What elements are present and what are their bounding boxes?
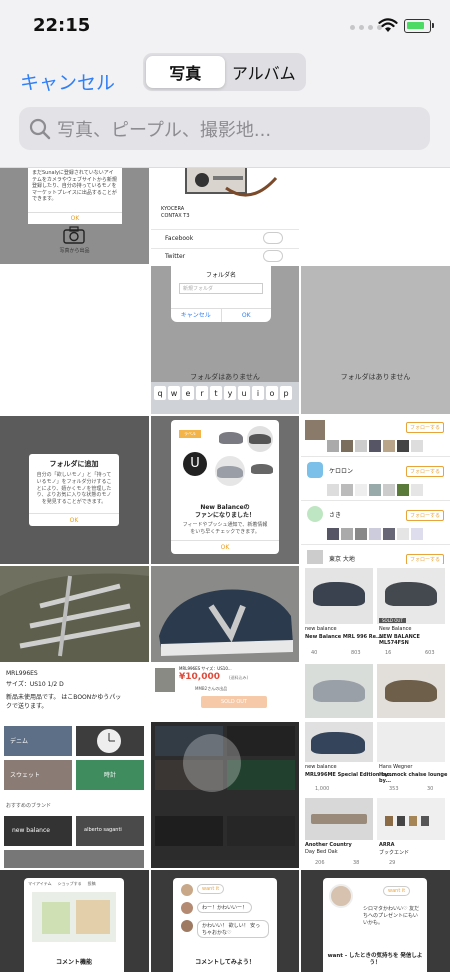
photo-thumbnail[interactable]: フォルダ名 新規フォルダ キャンセル OK フォルダはありません qwertyu… — [151, 266, 299, 414]
sneaker-image — [151, 566, 299, 662]
search-field[interactable]: 写真、ピープル、撮影地... — [19, 107, 430, 150]
keyboard-key[interactable]: r — [196, 386, 208, 400]
twitter-toggle[interactable] — [263, 250, 283, 262]
keyboard-key[interactable]: u — [238, 386, 250, 400]
facebook-toggle[interactable] — [263, 232, 283, 244]
photo-thumbnail[interactable]: want it シロマタかわいい♡ 友だちへのプレゼントにもいいかも。 want… — [301, 870, 450, 972]
keyboard: qwertyuiop — [151, 382, 299, 414]
search-icon — [29, 118, 51, 139]
photo-thumbnail[interactable]: フォルダに追加 自分の「欲しいモノ」と「持っているモノ」をフォルダ分けすることに… — [0, 416, 149, 564]
keyboard-key[interactable]: p — [280, 386, 292, 400]
keyboard-key[interactable]: t — [210, 386, 222, 400]
segment-albums[interactable]: アルバム — [225, 56, 304, 88]
photo-thumbnail[interactable]: まだSunalyに登録されていないアイテムをカメラやウェブサイトから新規登録した… — [0, 168, 149, 264]
photo-thumbnail[interactable] — [0, 266, 149, 414]
segment-photos[interactable]: 写真 — [146, 56, 225, 88]
clock-icon — [97, 729, 121, 753]
photo-grid: まだSunalyに登録されていないアイテムをカメラやウェブサイトから新規登録した… — [0, 168, 450, 972]
photo-thumbnail[interactable] — [301, 168, 450, 264]
search-placeholder: 写真、ピープル、撮影地... — [57, 119, 272, 141]
photo-thumbnail[interactable]: ラベル U New Balanceの ファンになりました！ フィードやプッシュ通… — [151, 416, 299, 564]
brand-logo: U — [183, 452, 207, 476]
status-time: 22:15 — [33, 15, 91, 36]
dialog: まだSunalyに登録されていないアイテムをカメラやウェブサイトから新規登録した… — [28, 168, 122, 224]
photo-thumbnail[interactable]: MRL996ES サイズ：US10 1/2 D 新品未使用品です。 はこBOON… — [0, 664, 149, 720]
tap-highlight — [183, 734, 241, 792]
keyboard-key[interactable]: y — [224, 386, 236, 400]
photo-thumbnail[interactable] — [0, 566, 149, 662]
source-segmented-control: 写真 アルバム — [143, 53, 306, 91]
photo-thumbnail[interactable]: new balance MRL996ME Special Edition by.… — [301, 722, 450, 868]
keyboard-key[interactable]: i — [252, 386, 264, 400]
photo-thumbnail[interactable]: フォルダはありません — [301, 266, 450, 414]
sneaker-closeup-image — [0, 566, 149, 662]
photo-thumbnail[interactable]: デニム スウェット 時計 おすすめのブランド new balance alber… — [0, 722, 149, 868]
dialog-ok: OK — [28, 212, 122, 224]
cancel-button[interactable]: キャンセル — [20, 68, 115, 95]
photo-thumbnail[interactable]: want it わー！かわいいー！ かわいい！ 欲しい！ 安っちゃおかな♡ コメ… — [151, 870, 299, 972]
photo-thumbnail[interactable]: MRL996ES サイズ：US10... ¥10,000 (送料込み) MMB2… — [151, 664, 299, 720]
photo-thumbnail[interactable] — [301, 664, 450, 720]
photo-thumbnail[interactable]: new balance New Balance MRL 996 Re... SO… — [301, 566, 450, 662]
wifi-icon — [378, 18, 398, 32]
keyboard-key[interactable]: e — [182, 386, 194, 400]
photo-thumbnail[interactable]: マイアイテム ショップする 投稿 コメント機能 — [0, 870, 149, 972]
photo-thumbnail[interactable] — [151, 722, 299, 868]
keyboard-key[interactable]: o — [266, 386, 278, 400]
photo-thumbnail[interactable]: フォローする ケロロン フォローする さき フォローする 東京 大地 フォローす… — [301, 416, 450, 564]
picker-header: キャンセル 写真 アルバム 写真、ピープル、撮影地... — [0, 52, 450, 168]
keyboard-key[interactable]: w — [168, 386, 180, 400]
photo-thumbnail[interactable]: KYOCERA CONTAX T3 Facebook Twitter — [151, 168, 299, 264]
photo-thumbnail[interactable] — [151, 566, 299, 662]
keyboard-key[interactable]: q — [154, 386, 166, 400]
battery-icon — [404, 19, 434, 33]
camera-icon — [63, 226, 85, 244]
avatar — [307, 506, 323, 522]
status-bar: 22:15 — [0, 0, 450, 52]
avatar — [307, 462, 323, 478]
